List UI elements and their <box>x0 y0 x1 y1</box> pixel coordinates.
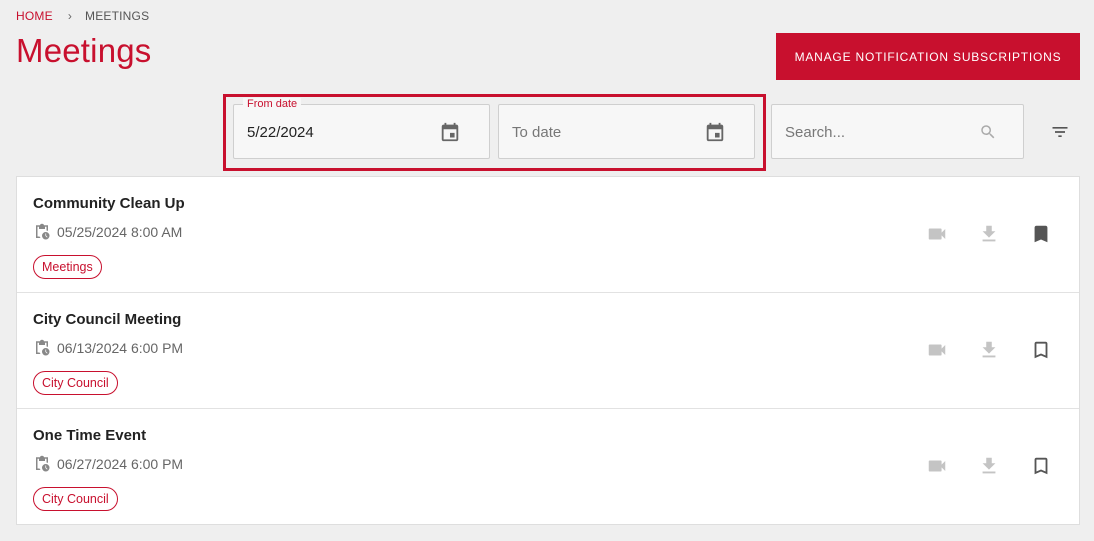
meeting-datetime-text: 06/13/2024 6:00 PM <box>57 340 184 356</box>
download-icon[interactable] <box>978 339 1000 361</box>
bookmark-filled-icon[interactable] <box>1030 223 1052 245</box>
calendar-icon[interactable] <box>704 121 726 143</box>
meeting-title[interactable]: Community Clean Up <box>33 195 185 212</box>
calendar-clock-icon <box>36 339 50 356</box>
manage-notification-subscriptions-button[interactable]: MANAGE NOTIFICATION SUBSCRIPTIONS <box>776 33 1080 80</box>
from-date-label: From date <box>243 98 302 110</box>
calendar-icon[interactable] <box>439 121 461 143</box>
from-date-field[interactable]: From date 5/22/2024 <box>233 98 490 159</box>
download-icon[interactable] <box>978 455 1000 477</box>
breadcrumb-home-link[interactable]: HOME <box>16 9 53 23</box>
meeting-datetime-text: 05/25/2024 8:00 AM <box>57 224 183 240</box>
calendar-clock-icon <box>36 455 50 472</box>
video-icon[interactable] <box>926 339 948 361</box>
meeting-datetime: 06/13/2024 6:00 PM <box>33 339 183 357</box>
to-date-field[interactable]: To date <box>498 104 755 159</box>
meeting-datetime: 06/27/2024 6:00 PM <box>33 455 183 473</box>
category-tag[interactable]: City Council <box>33 487 118 511</box>
meetings-list: Community Clean Up 05/25/2024 8:00 AM Me… <box>16 176 1080 525</box>
category-tag[interactable]: City Council <box>33 371 118 395</box>
to-date-placeholder[interactable]: To date <box>512 124 561 141</box>
page-title: Meetings <box>16 32 152 69</box>
meeting-title[interactable]: City Council Meeting <box>33 311 181 328</box>
bookmark-outline-icon[interactable] <box>1030 455 1052 477</box>
meeting-datetime: 05/25/2024 8:00 AM <box>33 223 182 241</box>
search-input[interactable]: Search... <box>771 104 1024 159</box>
bookmark-outline-icon[interactable] <box>1030 339 1052 361</box>
filter-icon[interactable] <box>1050 122 1070 142</box>
from-date-value[interactable]: 5/22/2024 <box>247 124 314 141</box>
video-icon[interactable] <box>926 223 948 245</box>
calendar-clock-icon <box>36 223 50 240</box>
list-item[interactable]: One Time Event 06/27/2024 6:00 PM City C… <box>17 409 1079 525</box>
video-icon[interactable] <box>926 455 948 477</box>
search-placeholder[interactable]: Search... <box>785 124 845 141</box>
chevron-right-icon: › <box>67 9 73 23</box>
breadcrumb: HOME › MEETINGS <box>16 9 149 23</box>
download-icon[interactable] <box>978 223 1000 245</box>
category-tag[interactable]: Meetings <box>33 255 102 279</box>
breadcrumb-current: MEETINGS <box>85 9 150 23</box>
meeting-datetime-text: 06/27/2024 6:00 PM <box>57 456 184 472</box>
list-item[interactable]: Community Clean Up 05/25/2024 8:00 AM Me… <box>17 177 1079 293</box>
meeting-title[interactable]: One Time Event <box>33 427 146 444</box>
list-item[interactable]: City Council Meeting 06/13/2024 6:00 PM … <box>17 293 1079 409</box>
search-icon[interactable] <box>979 123 997 141</box>
